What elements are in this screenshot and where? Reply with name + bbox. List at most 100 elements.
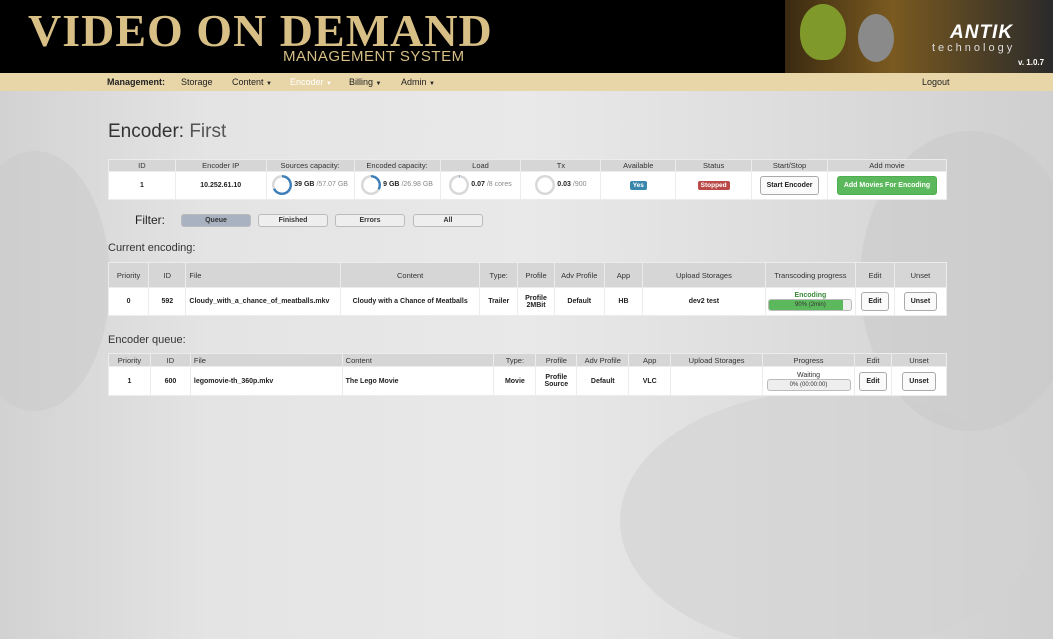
- profile: Profile Source: [535, 366, 578, 396]
- filter-finished-button[interactable]: Finished: [258, 214, 328, 227]
- page-title-prefix: Encoder:: [108, 121, 185, 142]
- col-header: Type:: [493, 353, 537, 367]
- col-header: Add movie: [827, 159, 947, 172]
- logout-link[interactable]: Logout: [922, 77, 950, 87]
- encoded-used: 9 GB: [383, 181, 400, 188]
- progress-bar: 0% (00:00:00): [766, 378, 851, 391]
- filter-label: Filter:: [135, 213, 165, 227]
- sources-used: 39 GB: [294, 181, 315, 188]
- unset-cell: Unset: [893, 287, 948, 316]
- encoded-capacity-donut: [361, 174, 382, 195]
- progress-text: 0% (00:00:00): [789, 381, 828, 388]
- col-header: Profile: [517, 262, 555, 288]
- col-header: Profile: [535, 353, 578, 367]
- available-badge: Yes: [629, 181, 647, 190]
- chevron-down-icon: ▼: [429, 81, 435, 87]
- col-header: Unset: [890, 353, 948, 367]
- progress-status: Encoding: [794, 292, 827, 299]
- nav-item-billing-label: Billing: [349, 77, 374, 87]
- edit-button[interactable]: Edit: [861, 292, 889, 311]
- nav-item-billing[interactable]: Billing ▼: [349, 77, 381, 87]
- sources-capacity-donut: [272, 174, 293, 195]
- load-value: 0.07: [471, 181, 485, 188]
- available-cell: Yes: [600, 171, 677, 200]
- brand-name: ANTIK: [950, 22, 1014, 43]
- app-header: VIDEO ON DEMAND MANAGEMENT SYSTEM ANTIK …: [0, 0, 1053, 73]
- priority: 0: [107, 287, 150, 316]
- version-label: v. 1.0.7: [1018, 58, 1045, 67]
- chevron-down-icon: ▼: [266, 81, 272, 87]
- type: Movie: [493, 366, 537, 396]
- unset-button[interactable]: Unset: [902, 371, 936, 391]
- app: VLC: [628, 366, 672, 396]
- col-header: ID: [108, 159, 176, 172]
- file-name: legomovie-th_360p.mkv: [189, 366, 343, 396]
- col-header: Edit: [855, 262, 895, 288]
- tx-value: 0.03: [557, 181, 571, 188]
- encoder-table: ID Encoder IP Sources capacity: Encoded …: [108, 159, 947, 200]
- col-header: Sources capacity:: [265, 159, 355, 172]
- col-header: Priority: [107, 262, 150, 288]
- filter-errors-button[interactable]: Errors: [335, 214, 405, 227]
- nav-item-storage[interactable]: Storage: [181, 77, 213, 87]
- logo-subtitle: MANAGEMENT SYSTEM: [283, 48, 465, 65]
- edit-cell: Edit: [855, 287, 895, 316]
- filter-all-button[interactable]: All: [413, 214, 483, 227]
- progress-text: 90% (2min): [795, 302, 826, 308]
- encoder-row: 1 10.252.61.10 39 GB/57.07 GB 9 GB/26.98…: [108, 171, 947, 200]
- item-id: 592: [148, 287, 187, 316]
- sources-total: /57.07 GB: [316, 181, 348, 188]
- edit-cell: Edit: [854, 366, 892, 396]
- col-header: File: [189, 353, 343, 367]
- col-header: App: [603, 262, 644, 288]
- col-header: File: [185, 262, 342, 288]
- encoder-id: 1: [108, 171, 176, 200]
- progress-cell: Encoding 90% (2min): [764, 287, 857, 316]
- progress-cell: Waiting 0% (00:00:00): [762, 366, 856, 396]
- encoder-queue-title: Encoder queue:: [108, 334, 186, 346]
- start-stop-cell: Start Encoder: [751, 171, 828, 200]
- col-header: Status: [675, 159, 753, 172]
- encoder-queue-header: Priority ID File Content Type: Profile A…: [108, 353, 948, 367]
- brand-subtitle: technology: [932, 42, 1016, 54]
- content-title: Cloudy with a Chance of Meatballs: [340, 287, 481, 316]
- table-row: 0 592 Cloudy_with_a_chance_of_meatballs.…: [107, 287, 948, 316]
- adv-profile: Default: [576, 366, 630, 396]
- col-header: Available: [600, 159, 677, 172]
- add-movies-button[interactable]: Add Movies For Encoding: [836, 176, 938, 195]
- current-encoding-title: Current encoding:: [108, 242, 196, 254]
- nav-item-content[interactable]: Content ▼: [232, 77, 272, 87]
- chevron-down-icon: ▼: [326, 81, 332, 87]
- nav-item-encoder[interactable]: Encoder ▼: [290, 77, 332, 87]
- encoder-ip: 10.252.61.10: [174, 171, 267, 200]
- app: HB: [603, 287, 644, 316]
- add-movie-cell: Add Movies For Encoding: [827, 171, 947, 200]
- start-encoder-button[interactable]: Start Encoder: [759, 176, 820, 195]
- tx-cell: 0.03/900: [520, 171, 602, 200]
- tx-total: /900: [572, 181, 587, 188]
- col-header: ID: [149, 353, 191, 367]
- item-id: 600: [149, 366, 191, 396]
- upload-storages: dev2 test: [642, 287, 766, 316]
- file-name: Cloudy_with_a_chance_of_meatballs.mkv: [185, 287, 342, 316]
- col-header: Content: [341, 353, 495, 367]
- nav-item-admin[interactable]: Admin ▼: [401, 77, 435, 87]
- col-header: Adv Profile: [553, 262, 605, 288]
- upload-storages: [670, 366, 764, 396]
- status-badge: Stopped: [697, 181, 730, 190]
- edit-button[interactable]: Edit: [859, 371, 887, 391]
- load-donut: [449, 174, 470, 195]
- encoder-queue-table: Priority ID File Content Type: Profile A…: [108, 353, 948, 396]
- col-header: Upload Storages: [642, 262, 766, 288]
- unset-button[interactable]: Unset: [903, 292, 938, 311]
- col-header: App: [628, 353, 672, 367]
- col-header: Tx: [520, 159, 602, 172]
- col-header: Start/Stop: [751, 159, 828, 172]
- filter-queue-button[interactable]: Queue: [181, 214, 251, 227]
- nav-item-admin-label: Admin: [401, 77, 427, 87]
- col-header: Encoder IP: [174, 159, 267, 172]
- main-nav: Management: Storage Content ▼ Encoder ▼ …: [0, 73, 1053, 91]
- col-header: Priority: [108, 353, 151, 367]
- unset-cell: Unset: [890, 366, 948, 396]
- progress-bar: 90% (2min): [768, 299, 853, 311]
